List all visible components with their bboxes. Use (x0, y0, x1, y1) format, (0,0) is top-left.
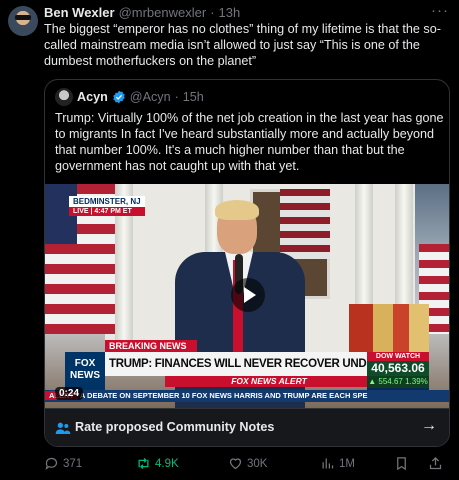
dow-value: 40,563.06 (367, 361, 429, 376)
news-chyron: FOX NEWS BREAKING NEWS TRUMP: FINANCES W… (65, 340, 405, 390)
quoted-post[interactable]: Acyn @Acyn · 15h Trump: Virtually 100% o… (44, 79, 450, 447)
live-label: LIVE | 4:47 PM ET (69, 207, 145, 216)
location-label: BEDMINSTER, NJ (69, 196, 145, 207)
share-button[interactable] (428, 456, 443, 471)
dow-change: ▲ 554.67 1.39% (367, 376, 429, 388)
author-name[interactable]: Ben Wexler (44, 5, 115, 20)
community-notes-row[interactable]: Rate proposed Community Notes → (45, 408, 449, 446)
post-text: The biggest “emperor has no clothes” thi… (44, 22, 441, 68)
arrow-right-icon: → (421, 417, 437, 434)
dow-watch-box: DOW WATCH 40,563.06 ▲ 554.67 1.39% (367, 352, 429, 390)
heart-icon (229, 458, 242, 470)
video-duration: 0:24 (55, 387, 84, 400)
quote-time[interactable]: 15h (183, 90, 204, 104)
quote-text: Trump: Virtually 100% of the net job cre… (55, 111, 444, 173)
views-button[interactable]: 1M (320, 456, 355, 471)
separator: · (210, 4, 215, 20)
post-time[interactable]: 13h (219, 5, 241, 20)
like-button[interactable]: 30K (228, 456, 267, 471)
community-notes-label: Rate proposed Community Notes (75, 420, 275, 434)
location-bug: BEDMINSTER, NJ LIVE | 4:47 PM ET (69, 196, 145, 218)
views-chart-icon (322, 458, 334, 469)
reply-count: 371 (63, 457, 83, 470)
views-count: 1M (339, 457, 355, 470)
quote-avatar[interactable] (55, 88, 73, 106)
breaking-news-label: BREAKING NEWS (105, 340, 197, 352)
news-ticker: ALERT A DEBATE ON SEPTEMBER 10 FOX NEWS … (45, 390, 449, 402)
quote-header: Acyn @Acyn · 15h (55, 88, 204, 106)
people-icon (55, 421, 71, 435)
post-header: Ben Wexler @mrbenwexler · 13h (44, 4, 429, 20)
quote-author-handle[interactable]: @Acyn (130, 90, 171, 104)
bookmark-button[interactable] (394, 456, 409, 471)
reply-icon (45, 457, 58, 471)
reply-button[interactable]: 371 (44, 456, 82, 471)
repost-icon (138, 458, 149, 469)
post: Ben Wexler @mrbenwexler · 13h ··· The bi… (0, 0, 459, 480)
repost-button[interactable]: 4.9K (136, 456, 179, 471)
dow-label: DOW WATCH (367, 352, 429, 361)
video-player[interactable]: BEDMINSTER, NJ LIVE | 4:47 PM ET FOX NEW… (45, 184, 449, 408)
repost-count: 4.9K (155, 457, 179, 470)
author-handle[interactable]: @mrbenwexler (119, 5, 207, 20)
author-avatar[interactable] (8, 6, 38, 36)
verified-badge-icon (113, 90, 125, 104)
play-button-icon[interactable] (231, 278, 265, 312)
chyron-headline: TRUMP: FINANCES WILL NEVER RECOVER UNDER… (105, 352, 373, 376)
share-icon (429, 456, 442, 470)
alert-banner: FOX NEWS ALERT (165, 376, 373, 387)
bookmark-icon (397, 457, 406, 471)
network-logo: FOX NEWS (65, 352, 105, 390)
like-count: 30K (247, 457, 268, 470)
quote-author-name[interactable]: Acyn (77, 90, 108, 104)
hair (215, 200, 259, 220)
ticker-text: A DEBATE ON SEPTEMBER 10 FOX NEWS HARRIS… (79, 391, 368, 400)
quote-separator: · (174, 90, 179, 104)
more-options-icon[interactable]: ··· (431, 2, 449, 19)
action-bar: 371 4.9K 30K 1M (44, 456, 454, 474)
